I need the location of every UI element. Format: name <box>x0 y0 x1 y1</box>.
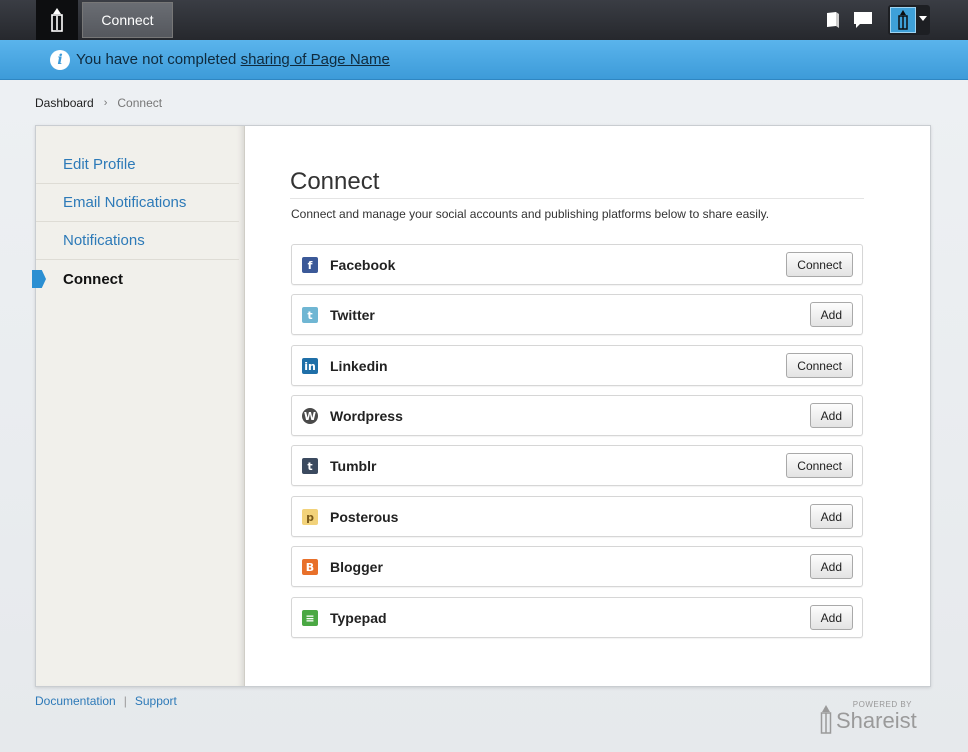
footer-links: Documentation | Support <box>35 694 177 708</box>
service-name: Tumblr <box>330 458 377 474</box>
wordpress-icon: W <box>302 408 318 424</box>
service-row-facebook: f Facebook Connect <box>291 244 863 285</box>
add-posterous-button[interactable]: Add <box>809 504 853 529</box>
page-description: Connect and manage your social accounts … <box>291 207 770 221</box>
book-icon[interactable] <box>823 10 843 30</box>
service-name: Facebook <box>330 257 396 273</box>
powered-by-badge[interactable]: POWERED BY Shareist <box>818 700 932 736</box>
linkedin-icon: in <box>302 358 318 374</box>
posterous-icon: p <box>302 509 318 525</box>
chat-icon[interactable] <box>853 10 873 30</box>
notice-message: You have not completed sharing of Page N… <box>76 51 390 68</box>
sidebar-item-label: Edit Profile <box>63 156 136 173</box>
sidebar-item-connect[interactable]: Connect <box>32 260 239 298</box>
sidebar-item-label: Notifications <box>63 232 145 249</box>
service-name: Posterous <box>330 509 399 525</box>
sidebar-item-label: Email Notifications <box>63 194 187 211</box>
info-icon: i <box>50 49 70 70</box>
footer-separator: | <box>123 694 127 708</box>
support-link[interactable]: Support <box>135 694 177 708</box>
page-title: Connect <box>290 168 864 199</box>
breadcrumb: Dashboard › Connect <box>35 96 162 110</box>
add-typepad-button[interactable]: Add <box>809 605 853 630</box>
service-row-tumblr: t Tumblr Connect <box>291 445 863 486</box>
pencil-logo-icon <box>820 705 832 734</box>
add-wordpress-button[interactable]: Add <box>809 403 853 428</box>
user-avatar-icon <box>890 7 916 33</box>
chevron-right-icon: › <box>103 97 108 109</box>
twitter-icon: t <box>302 307 318 323</box>
service-name: Twitter <box>330 307 375 323</box>
service-name: Linkedin <box>330 358 388 374</box>
blogger-icon: B <box>302 559 318 575</box>
service-row-twitter: t Twitter Add <box>291 294 863 335</box>
facebook-icon: f <box>302 257 318 273</box>
add-blogger-button[interactable]: Add <box>809 554 853 579</box>
service-name: Wordpress <box>330 408 403 424</box>
sidebar-item-edit-profile[interactable]: Edit Profile <box>36 146 239 184</box>
documentation-link[interactable]: Documentation <box>35 694 116 708</box>
settings-panel: Edit Profile Email Notifications Notific… <box>32 125 931 687</box>
service-row-wordpress: W Wordpress Add <box>291 395 863 436</box>
service-row-typepad: ≡ Typepad Add <box>291 597 863 638</box>
brand-wordmark: Shareist <box>836 708 917 733</box>
service-row-linkedin: in Linkedin Connect <box>291 345 863 386</box>
tab-connect[interactable]: Connect <box>82 2 173 38</box>
sidebar-item-email-notifications[interactable]: Email Notifications <box>36 184 239 222</box>
sidebar-item-label: Connect <box>63 270 123 288</box>
connect-facebook-button[interactable]: Connect <box>786 252 853 277</box>
breadcrumb-dashboard[interactable]: Dashboard <box>35 96 94 110</box>
app-logo[interactable] <box>36 0 78 40</box>
connect-tumblr-button[interactable]: Connect <box>786 453 853 478</box>
caret-down-icon <box>919 16 927 21</box>
user-menu-button[interactable] <box>888 5 930 35</box>
breadcrumb-current: Connect <box>117 96 163 110</box>
settings-sidebar: Edit Profile Email Notifications Notific… <box>32 126 245 686</box>
service-name: Blogger <box>330 559 383 575</box>
add-twitter-button[interactable]: Add <box>809 302 853 327</box>
notice-link[interactable]: sharing of Page Name <box>241 51 390 68</box>
active-indicator-icon <box>32 270 46 288</box>
typepad-icon: ≡ <box>302 610 318 626</box>
incomplete-sharing-notice: i You have not completed sharing of Page… <box>0 40 968 80</box>
sidebar-item-notifications[interactable]: Notifications <box>36 222 239 260</box>
top-navigation-bar: Connect <box>0 0 968 40</box>
connect-linkedin-button[interactable]: Connect <box>786 353 853 378</box>
service-row-posterous: p Posterous Add <box>291 496 863 537</box>
service-name: Typepad <box>330 610 387 626</box>
pencil-logo-icon <box>51 8 63 32</box>
tumblr-icon: t <box>302 458 318 474</box>
service-row-blogger: B Blogger Add <box>291 546 863 587</box>
